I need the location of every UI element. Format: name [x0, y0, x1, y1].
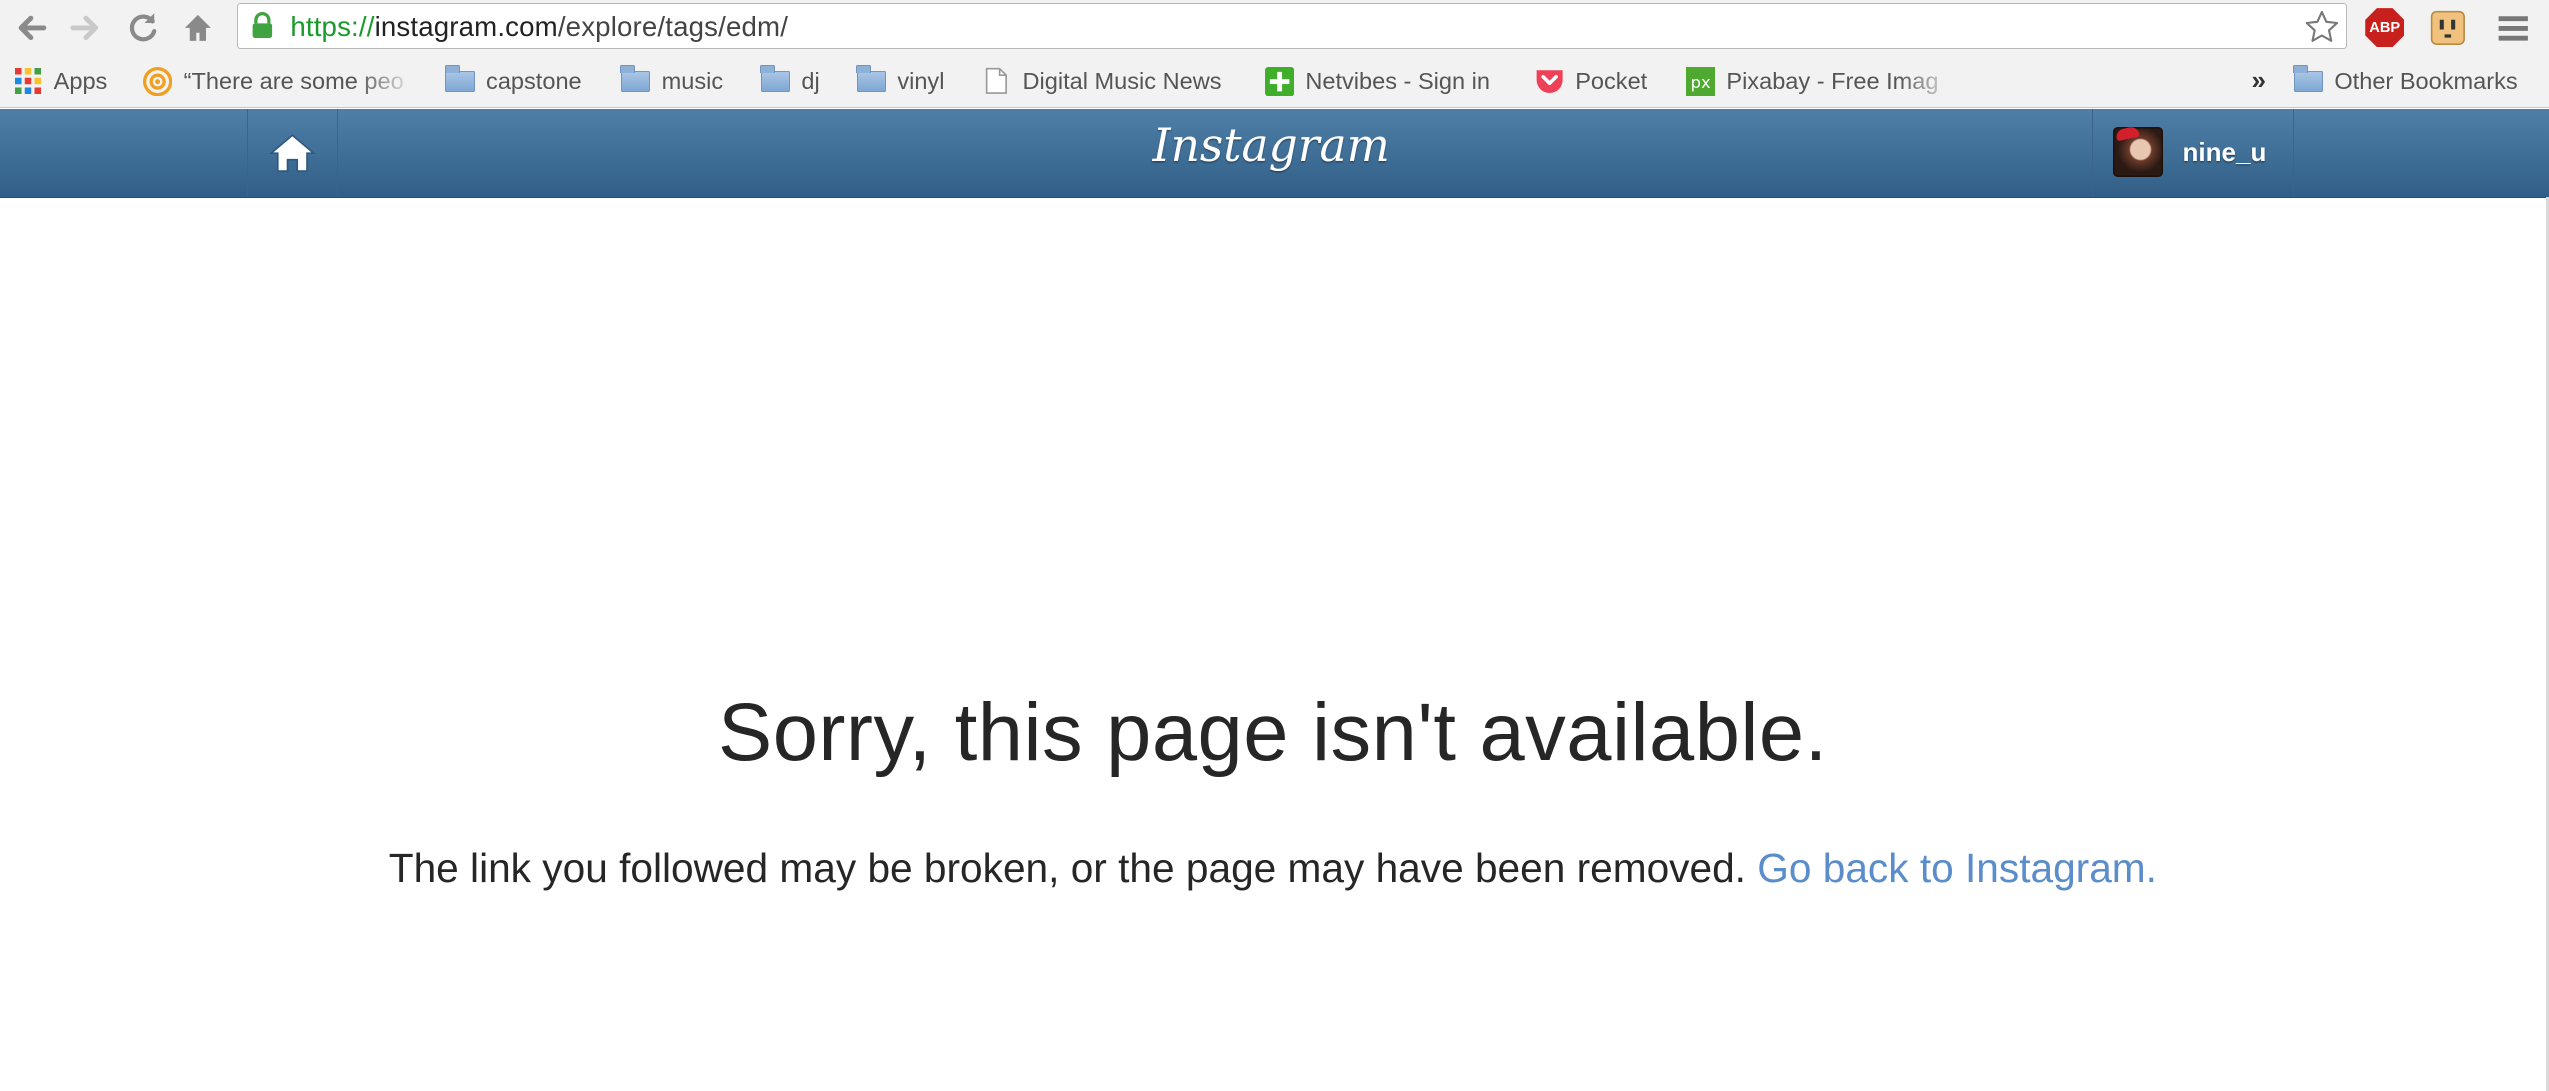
- instagram-home-button[interactable]: [247, 108, 339, 197]
- bookmark-folder-dj[interactable]: dj: [760, 65, 820, 98]
- folder-icon: [444, 65, 475, 94]
- user-profile-button[interactable]: nine_u: [2092, 108, 2295, 197]
- error-message-line: The link you followed may be broken, or …: [0, 845, 2546, 892]
- error-title: Sorry, this page isn't available.: [718, 687, 1828, 778]
- reload-button[interactable]: [122, 7, 164, 49]
- home-icon: [185, 14, 212, 41]
- url-host: instagram.com: [374, 10, 558, 42]
- adblock-extension-button[interactable]: ABP: [2362, 5, 2408, 51]
- svg-text:px: px: [1690, 73, 1710, 92]
- bookmark-label: music: [661, 67, 724, 94]
- go-back-link[interactable]: Go back to Instagram.: [1757, 845, 2157, 891]
- browser-window: https://instagram.com/explore/tags/edm/ …: [0, 0, 2549, 1091]
- username: nine_u: [2182, 136, 2267, 167]
- folder-icon: [856, 65, 886, 94]
- bookmark-label: Apps: [53, 67, 108, 94]
- bookmark-star-button[interactable]: [2301, 6, 2343, 48]
- browser-menu-button[interactable]: [2490, 5, 2536, 51]
- url-text: https://instagram.com/explore/tags/edm/: [290, 11, 788, 43]
- face-extension-icon: [2431, 10, 2466, 45]
- bookmark-pixabay[interactable]: px Pixabay - Free Imag: [1685, 65, 1962, 98]
- bookmark-quote[interactable]: “There are some peo: [143, 65, 419, 98]
- instagram-header: Instagram nine_u: [0, 108, 2549, 198]
- bookmark-label: Other Bookmarks: [2334, 67, 2518, 94]
- hamburger-menu-icon: [2498, 16, 2528, 41]
- bookmark-label: vinyl: [897, 67, 945, 94]
- scrollbar-track: [2545, 196, 2549, 1091]
- bookmark-label: dj: [801, 67, 820, 94]
- bookmark-label: Digital Music News: [1022, 67, 1222, 94]
- avatar: [2112, 126, 2164, 178]
- pixabay-icon: px: [1685, 66, 1715, 96]
- folder-icon: [620, 65, 651, 94]
- bookmarks-bar: Apps “There are some peo capstone music …: [0, 55, 2549, 109]
- apps-grid-icon: [13, 68, 42, 95]
- bookmark-folder-vinyl[interactable]: vinyl: [856, 65, 945, 98]
- bookmark-pocket[interactable]: Pocket: [1535, 65, 1648, 98]
- back-arrow-icon: [18, 15, 47, 40]
- address-bar[interactable]: https://instagram.com/explore/tags/edm/: [237, 3, 2348, 49]
- bookmarks-overflow-chevron[interactable]: »: [2251, 65, 2265, 96]
- lock-icon: [252, 12, 273, 39]
- home-icon: [269, 133, 317, 172]
- bookmark-folder-music[interactable]: music: [620, 65, 724, 98]
- bookmark-apps[interactable]: Apps: [13, 65, 107, 98]
- bookmark-label: Netvibes - Sign in: [1305, 67, 1490, 94]
- bookmark-folder-capstone[interactable]: capstone: [444, 65, 582, 98]
- instagram-logo[interactable]: Instagram: [1138, 119, 1405, 172]
- bookmark-digital-music-news[interactable]: Digital Music News: [982, 65, 1222, 98]
- extension-face-button[interactable]: [2425, 5, 2471, 51]
- forward-arrow-icon: [70, 15, 99, 40]
- adblock-icon: ABP: [2365, 8, 2405, 48]
- bookmark-other-bookmarks[interactable]: Other Bookmarks: [2293, 65, 2518, 98]
- forward-button[interactable]: [65, 7, 107, 49]
- reload-icon: [130, 13, 157, 42]
- bookmark-netvibes[interactable]: Netvibes - Sign in: [1264, 65, 1490, 98]
- target-icon: [143, 66, 173, 96]
- back-button[interactable]: [10, 7, 52, 49]
- bookmark-label: Pixabay - Free Imag: [1726, 67, 1939, 94]
- url-scheme: https://: [290, 10, 375, 42]
- bookmark-label: Pocket: [1575, 67, 1648, 94]
- star-icon: [2305, 11, 2339, 43]
- netvibes-icon: [1264, 66, 1294, 96]
- folder-icon: [760, 65, 791, 94]
- browser-toolbar: https://instagram.com/explore/tags/edm/ …: [0, 0, 2549, 56]
- folder-icon: [2293, 65, 2323, 94]
- url-path: /explore/tags/edm/: [557, 10, 789, 42]
- bookmark-label: capstone: [486, 67, 582, 94]
- error-message: The link you followed may be broken, or …: [388, 845, 1746, 892]
- home-button[interactable]: [177, 7, 219, 49]
- bookmark-label: “There are some peo: [183, 67, 404, 94]
- pocket-icon: [1535, 68, 1564, 94]
- page-icon: [982, 68, 1011, 95]
